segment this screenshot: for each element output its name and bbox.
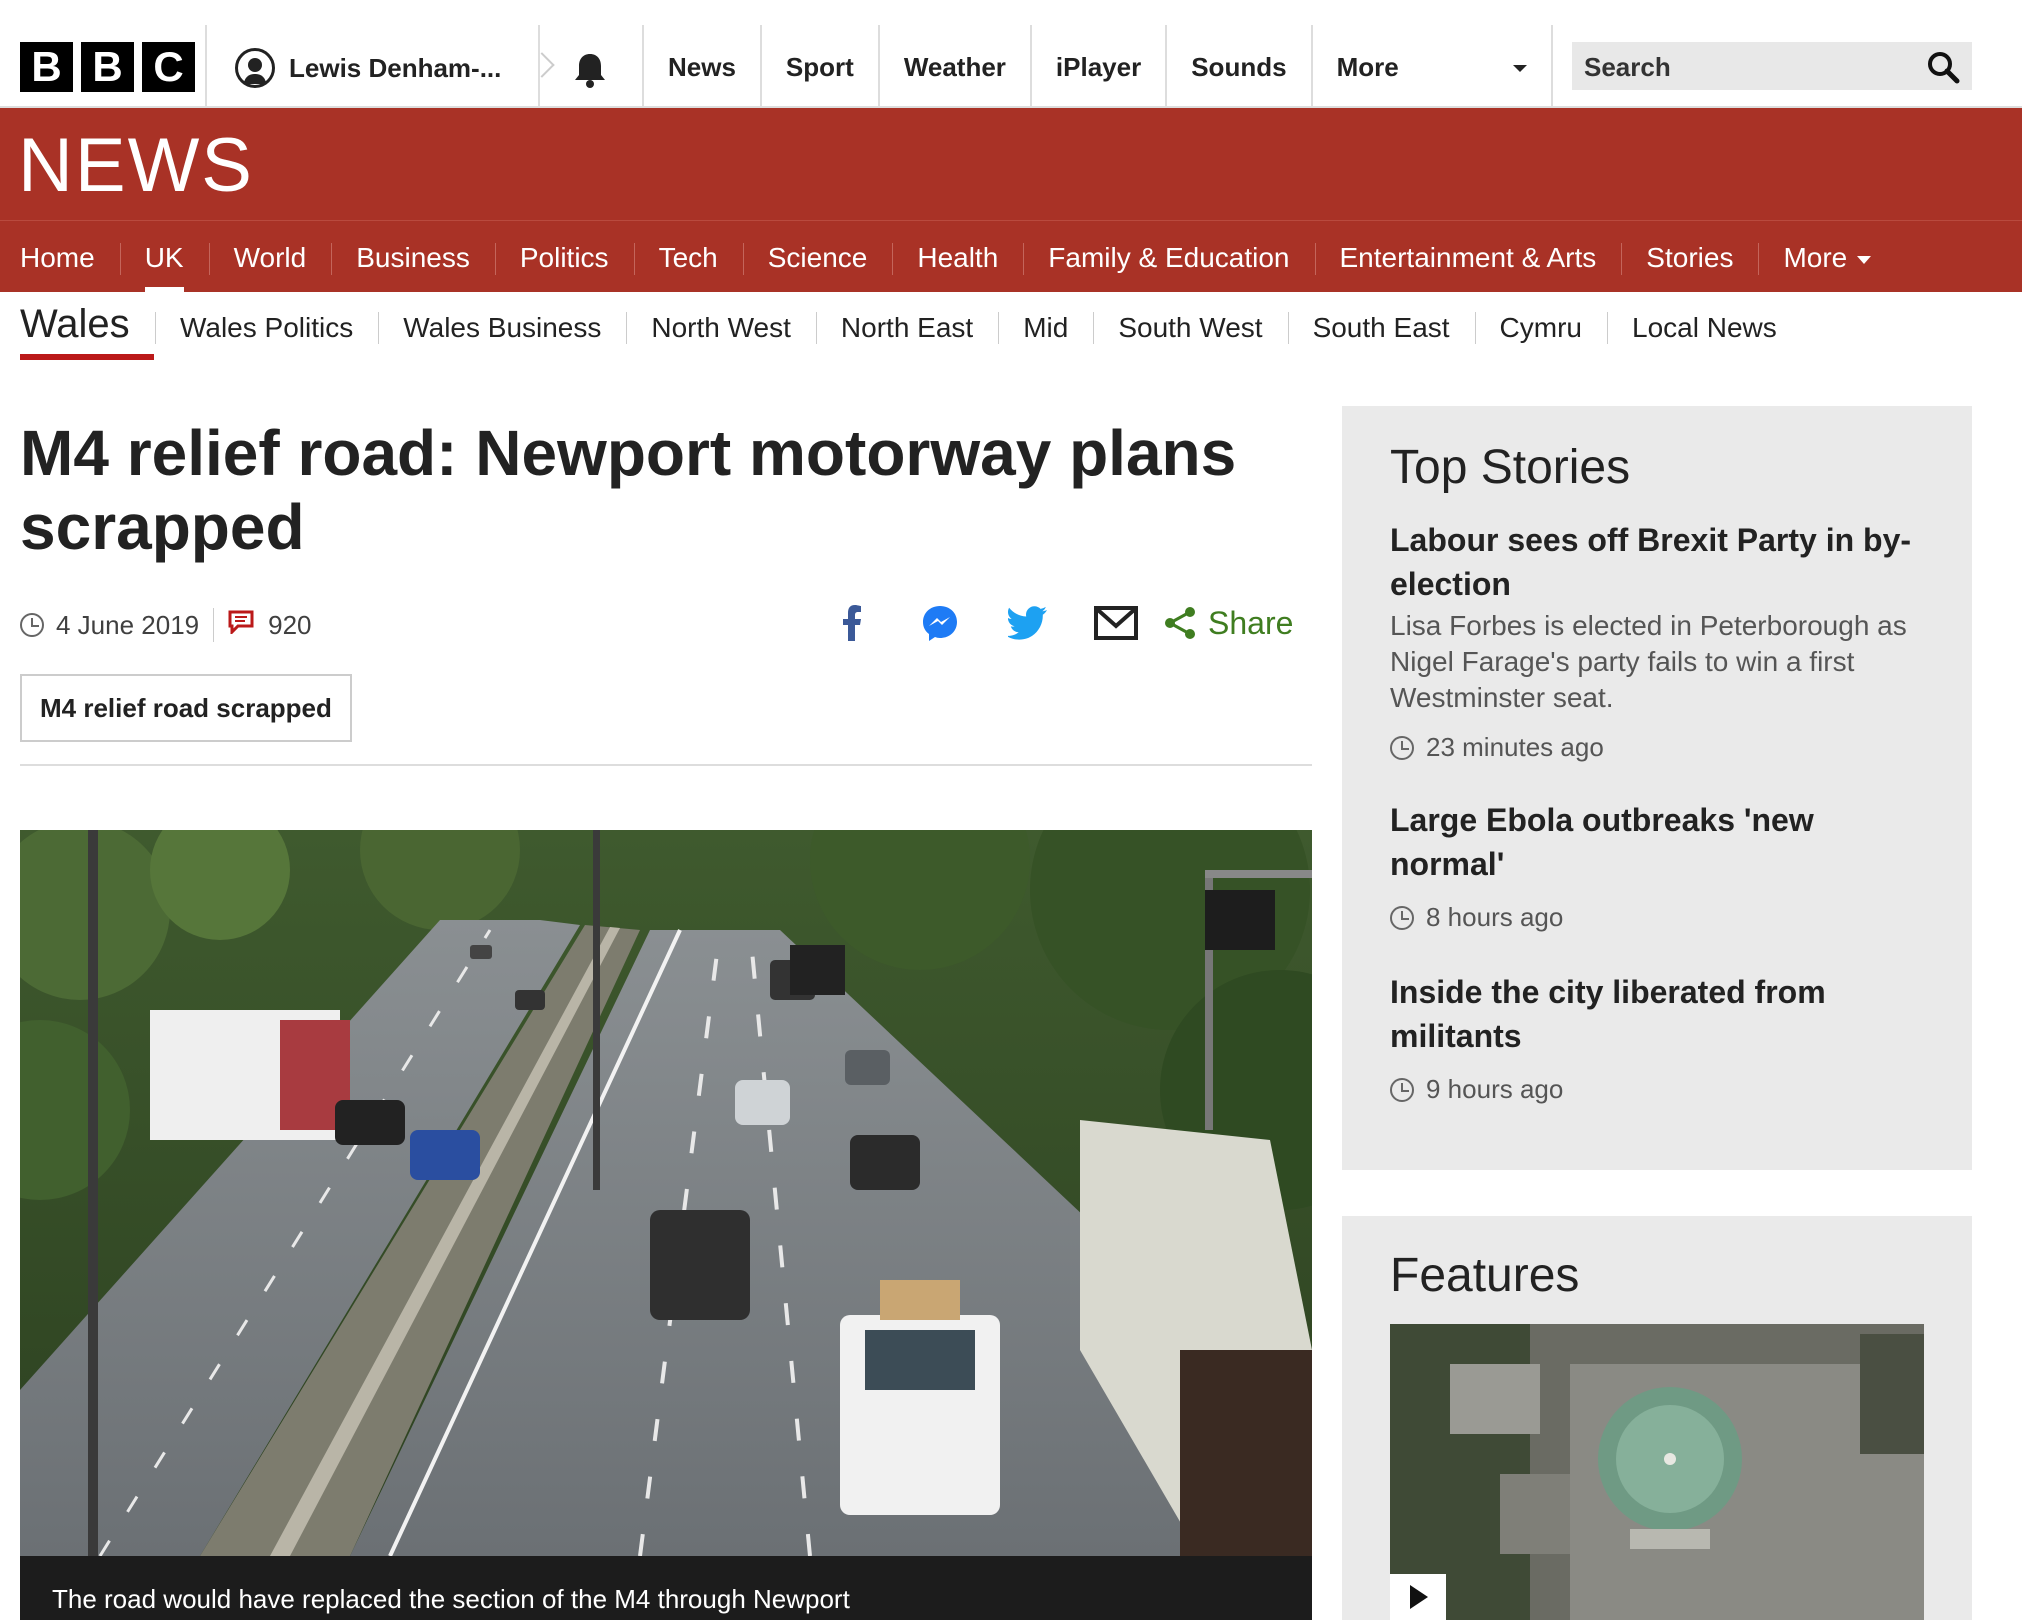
- global-nav-news[interactable]: News: [642, 25, 760, 107]
- messenger-icon[interactable]: [896, 598, 984, 648]
- top-story-time: 8 hours ago: [1390, 902, 1930, 933]
- nav-item-entertainment-arts[interactable]: Entertainment & Arts: [1314, 221, 1622, 293]
- article-headline: M4 relief road: Newport motorway plans s…: [20, 417, 1237, 563]
- features-panel: Features: [1342, 1216, 1972, 1620]
- news-wordmark[interactable]: NEWS: [18, 128, 254, 204]
- bbc-logo-letter: C: [142, 42, 195, 92]
- account-name: Lewis Denham-...: [289, 52, 502, 83]
- share-tools: Share: [808, 598, 1293, 648]
- top-story-summary: Lisa Forbes is elected in Peterborough a…: [1390, 610, 1907, 713]
- share-button[interactable]: Share: [1208, 605, 1293, 642]
- search-icon[interactable]: [1926, 50, 1960, 89]
- search-placeholder: Search: [1584, 52, 1671, 82]
- article-meta: 4 June 2019 920: [20, 608, 312, 642]
- primary-nav: Home UK World Business Politics Tech Sci…: [0, 220, 2022, 293]
- top-stories-panel: Top Stories Labour sees off Brexit Party…: [1342, 406, 1972, 1170]
- search-input[interactable]: Search: [1572, 42, 1972, 90]
- share-icon[interactable]: [1160, 598, 1200, 648]
- chevron-right-icon: [529, 52, 555, 78]
- divider: [205, 25, 207, 107]
- account-icon: [235, 48, 275, 88]
- section-title-wales[interactable]: Wales: [20, 302, 154, 360]
- article-date: 4 June 2019: [56, 609, 200, 640]
- features-heading: Features: [1390, 1249, 1580, 1302]
- subnav-item-north-west[interactable]: North West: [626, 308, 816, 348]
- subnav-item-local-news[interactable]: Local News: [1607, 308, 1802, 348]
- bbc-logo-letter: B: [20, 42, 73, 92]
- nav-item-uk[interactable]: UK: [119, 221, 209, 293]
- bbc-logo-letter: B: [81, 42, 134, 92]
- nav-item-family-education[interactable]: Family & Education: [1023, 221, 1314, 293]
- divider: [213, 608, 215, 642]
- nav-item-politics[interactable]: Politics: [494, 221, 634, 293]
- top-story-time: 9 hours ago: [1390, 1074, 1930, 1105]
- article-image-m4-motorway: [20, 830, 1312, 1556]
- nav-item-health[interactable]: Health: [892, 221, 1023, 293]
- top-story-item[interactable]: Labour sees off Brexit Party in by-elect…: [1390, 518, 1930, 763]
- news-masthead: NEWS: [0, 108, 2022, 220]
- nav-item-more-label: More: [1783, 242, 1848, 273]
- comments-icon[interactable]: [228, 610, 254, 641]
- subnav-item-south-west[interactable]: South West: [1093, 308, 1287, 348]
- nav-item-tech[interactable]: Tech: [633, 221, 743, 293]
- top-story-time-text: 23 minutes ago: [1426, 732, 1604, 762]
- global-nav-iplayer[interactable]: iPlayer: [1029, 25, 1165, 107]
- topic-tag[interactable]: M4 relief road scrapped: [20, 674, 352, 742]
- account-link[interactable]: Lewis Denham-...: [235, 48, 501, 88]
- clock-icon: [1390, 1077, 1414, 1102]
- feature-image-aerial-mosque[interactable]: [1390, 1324, 1924, 1620]
- global-nav-sport[interactable]: Sport: [759, 25, 878, 107]
- global-nav: News Sport Weather iPlayer Sounds More: [642, 25, 1553, 107]
- top-story-item[interactable]: Large Ebola outbreaks 'new normal' 8 hou…: [1390, 798, 1930, 933]
- notifications-bell-icon[interactable]: [570, 50, 610, 95]
- global-nav-sounds[interactable]: Sounds: [1165, 25, 1310, 107]
- bbc-logo[interactable]: B B C: [20, 42, 195, 92]
- clock-icon: [1390, 735, 1414, 760]
- image-caption-bar: The road would have replaced the section…: [20, 1556, 1312, 1620]
- nav-item-home[interactable]: Home: [20, 221, 120, 293]
- global-nav-more-label: More: [1336, 52, 1399, 82]
- clock-icon: [1390, 905, 1414, 930]
- facebook-icon[interactable]: [808, 598, 896, 648]
- top-story-title[interactable]: Inside the city liberated from militants: [1390, 970, 1930, 1058]
- caret-down-icon: [1857, 255, 1872, 264]
- nav-item-business[interactable]: Business: [331, 221, 495, 293]
- top-story-title[interactable]: Large Ebola outbreaks 'new normal': [1390, 798, 1930, 886]
- play-icon[interactable]: [1390, 1574, 1446, 1620]
- twitter-icon[interactable]: [984, 598, 1072, 648]
- subnav-item-wales-politics[interactable]: Wales Politics: [155, 308, 378, 348]
- nav-item-stories[interactable]: Stories: [1621, 221, 1758, 293]
- image-caption: The road would have replaced the section…: [52, 1584, 850, 1614]
- comment-count[interactable]: 920: [268, 610, 311, 641]
- secondary-nav: Wales Wales Politics Wales Business Nort…: [0, 292, 2022, 362]
- caret-down-icon: [1512, 65, 1527, 72]
- nav-item-more[interactable]: More: [1758, 221, 1896, 293]
- global-nav-weather[interactable]: Weather: [877, 25, 1030, 107]
- global-nav-more[interactable]: More: [1310, 25, 1553, 107]
- top-story-title[interactable]: Labour sees off Brexit Party in by-elect…: [1390, 518, 1930, 606]
- email-icon[interactable]: [1072, 598, 1160, 648]
- nav-item-science[interactable]: Science: [742, 221, 893, 293]
- subnav-item-wales-business[interactable]: Wales Business: [378, 308, 626, 348]
- nav-item-world[interactable]: World: [208, 221, 332, 293]
- clock-icon: [20, 613, 44, 637]
- subnav-item-north-east[interactable]: North East: [815, 308, 998, 348]
- divider: [20, 764, 1312, 766]
- subnav-item-cymru[interactable]: Cymru: [1474, 308, 1607, 348]
- top-story-time: 23 minutes ago: [1390, 732, 1930, 763]
- subnav-item-south-east[interactable]: South East: [1287, 308, 1475, 348]
- top-stories-heading: Top Stories: [1390, 441, 1631, 494]
- subnav-item-mid[interactable]: Mid: [998, 308, 1093, 348]
- top-story-time-text: 8 hours ago: [1426, 902, 1564, 932]
- bbc-global-bar: B B C Lewis Denham-... News Sport Weathe…: [0, 0, 2022, 108]
- top-story-time-text: 9 hours ago: [1426, 1074, 1564, 1104]
- top-story-item[interactable]: Inside the city liberated from militants…: [1390, 970, 1930, 1105]
